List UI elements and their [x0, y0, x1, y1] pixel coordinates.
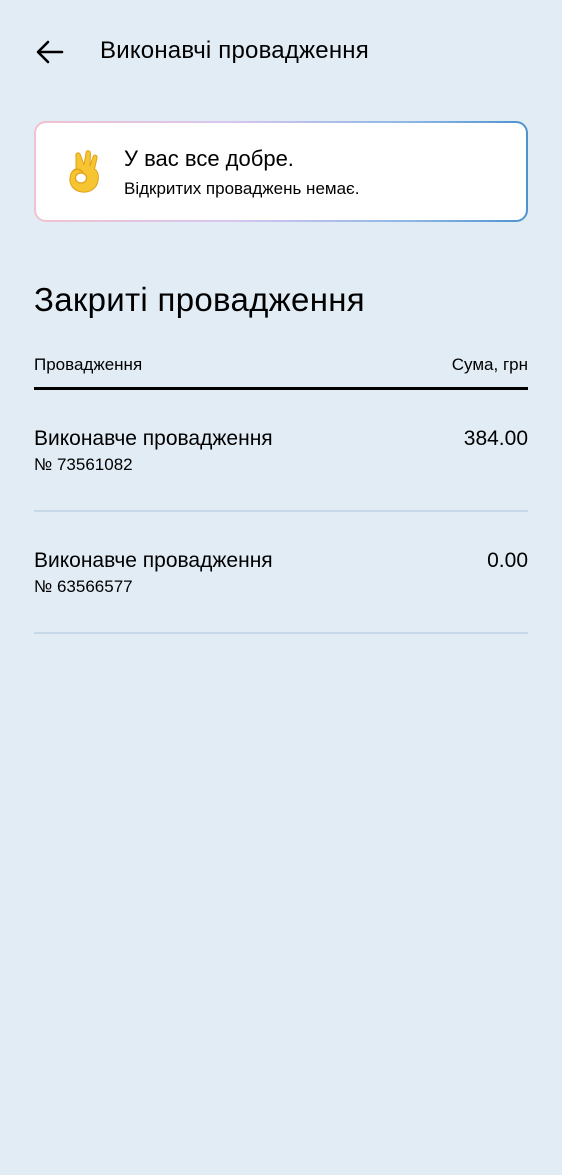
table-row[interactable]: Виконавче провадження № 73561082 384.00: [34, 390, 528, 512]
closed-section-title: Закриті провадження: [34, 281, 365, 318]
row-amount: 0.00: [487, 549, 528, 572]
page-title: Виконавчі провадження: [100, 37, 369, 64]
row-number: № 63566577: [34, 577, 133, 596]
back-button[interactable]: [28, 30, 72, 74]
row-title: Виконавче провадження: [34, 427, 273, 450]
row-title: Виконавче провадження: [34, 549, 273, 572]
status-card: У вас все добре. Відкритих проваджень не…: [34, 121, 528, 222]
row-number: № 73561082: [34, 455, 133, 474]
status-card-body: У вас все добре. Відкритих проваджень не…: [36, 123, 526, 220]
column-header-amount: Сума, грн: [451, 355, 528, 374]
row-amount: 384.00: [463, 427, 528, 450]
column-header-proceeding: Провадження: [34, 355, 143, 374]
status-title: У вас все добре.: [124, 146, 294, 171]
table-row[interactable]: Виконавче провадження № 63566577 0.00: [34, 512, 528, 634]
app-header: Виконавчі провадження: [0, 0, 562, 100]
table-header: Провадження Сума, грн: [34, 354, 528, 390]
ok-hand-icon: [69, 150, 99, 193]
status-subtitle: Відкритих проваджень немає.: [124, 179, 360, 198]
arrow-left-icon: [36, 40, 64, 64]
